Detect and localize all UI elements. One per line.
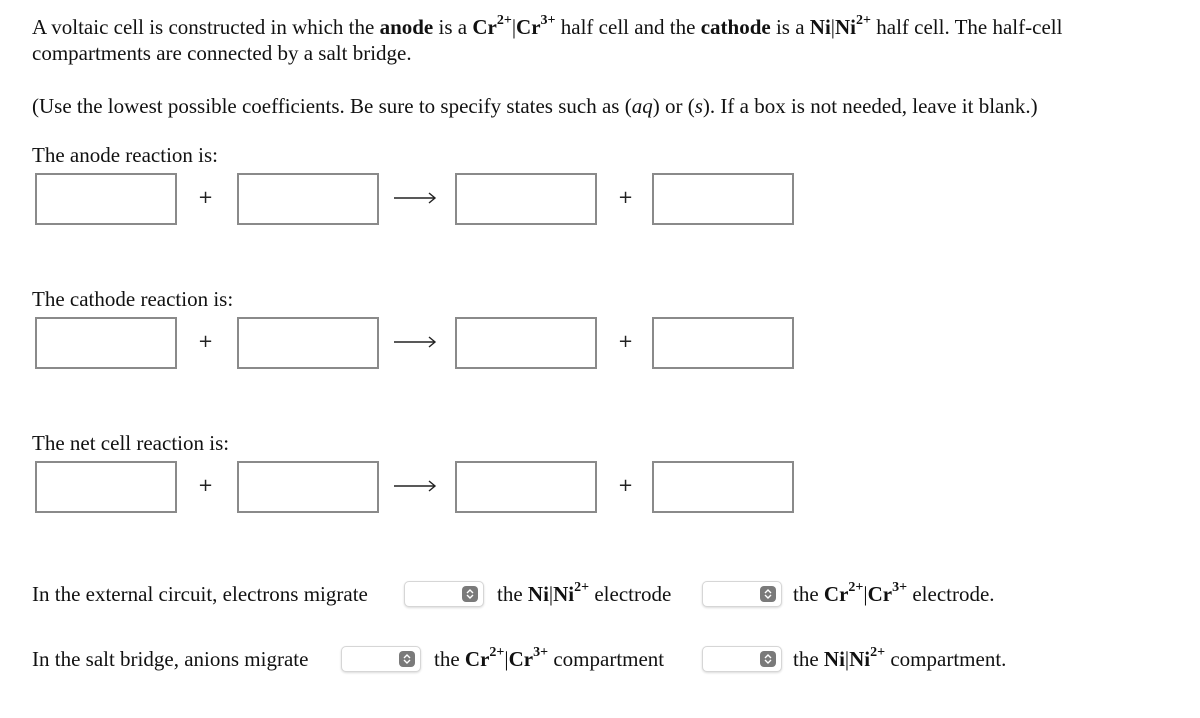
anode-reaction-label: The anode reaction is: — [32, 143, 219, 167]
salt-bridge-prefix: In the salt bridge, anions migrate — [32, 647, 309, 671]
cathode-couple: Ni|Ni2+ — [809, 13, 871, 40]
intro-text: half cell and the — [555, 15, 701, 39]
species: Ni — [849, 647, 871, 671]
salt-bridge-end: the Ni|Ni2+ compartment. — [793, 644, 1006, 674]
anode-equation: + + — [0, 173, 1200, 229]
net-reactant-1-input[interactable] — [35, 461, 177, 513]
species: Cr — [867, 582, 893, 606]
charge: 3+ — [533, 645, 549, 660]
anode-term: anode — [379, 15, 434, 39]
cathode-equation: + + — [0, 317, 1200, 373]
charge: 2+ — [574, 580, 590, 595]
species: Cr — [516, 15, 541, 39]
cr-couple: Cr2+|Cr3+ — [823, 580, 908, 607]
cathode-term: cathode — [700, 15, 771, 39]
chevron-up-down-icon — [399, 651, 415, 667]
anions-direction-select-1[interactable] — [341, 646, 421, 672]
salt-bridge-middle: the Cr2+|Cr3+ compartment — [434, 644, 664, 674]
ni-couple: Ni|Ni2+ — [823, 645, 886, 672]
arrow-right-icon — [394, 480, 437, 492]
external-circuit-middle: the Ni|Ni2+ electrode — [497, 579, 671, 609]
anode-reactant-2-input[interactable] — [237, 173, 379, 225]
instructions-text: (Use the lowest possible coefficients. B… — [32, 94, 632, 118]
text: the — [793, 647, 824, 671]
intro-text: is a — [433, 15, 473, 39]
plus-sign: + — [618, 187, 634, 208]
intro-text: A voltaic cell is constructed in which t… — [32, 15, 380, 39]
plus-sign: + — [618, 475, 634, 496]
text: compartment. — [885, 647, 1007, 671]
net-reactant-2-input[interactable] — [237, 461, 379, 513]
species: Ni — [835, 15, 857, 39]
cathode-product-2-input[interactable] — [652, 317, 794, 369]
anode-product-1-input[interactable] — [455, 173, 597, 225]
charge: 2+ — [856, 13, 871, 28]
plus-sign: + — [618, 331, 634, 352]
arrow-right-icon — [394, 192, 437, 204]
text: compartment — [548, 647, 665, 671]
plus-sign: + — [198, 187, 214, 208]
net-reaction-label: The net cell reaction is: — [32, 431, 230, 455]
charge: 2+ — [496, 13, 512, 28]
cathode-reactant-2-input[interactable] — [237, 317, 379, 369]
ni-couple: Ni|Ni2+ — [527, 580, 590, 607]
net-product-2-input[interactable] — [652, 461, 794, 513]
chevron-up-down-icon — [462, 586, 478, 602]
species: Cr — [464, 647, 490, 671]
species: Cr — [823, 582, 849, 606]
charge: 2+ — [489, 645, 505, 660]
cr-couple: Cr2+|Cr3+ — [464, 645, 549, 672]
anode-reactant-1-input[interactable] — [35, 173, 177, 225]
species: Ni — [553, 582, 575, 606]
anions-direction-select-2[interactable] — [702, 646, 782, 672]
charge: 3+ — [540, 13, 556, 28]
cathode-product-1-input[interactable] — [455, 317, 597, 369]
text: the — [793, 582, 824, 606]
external-circuit-prefix: In the external circuit, electrons migra… — [32, 582, 368, 606]
arrow-right-icon — [394, 336, 437, 348]
text: electrode — [589, 582, 672, 606]
state-s: s — [694, 94, 703, 118]
intro-text: is a — [770, 15, 810, 39]
state-aq: aq — [631, 94, 653, 118]
charge: 3+ — [892, 580, 908, 595]
text: the — [497, 582, 528, 606]
net-equation: + + — [0, 461, 1200, 517]
species: Cr — [508, 647, 534, 671]
electrons-direction-select-2[interactable] — [702, 581, 782, 607]
instructions-text: ). If a box is not needed, leave it blan… — [702, 94, 1038, 118]
electrons-direction-select-1[interactable] — [404, 581, 484, 607]
anode-product-2-input[interactable] — [652, 173, 794, 225]
charge: 2+ — [848, 580, 864, 595]
species: Ni — [823, 647, 845, 671]
text: electrode. — [907, 582, 995, 606]
external-circuit-end: the Cr2+|Cr3+ electrode. — [793, 579, 995, 609]
plus-sign: + — [198, 475, 214, 496]
species: Ni — [527, 582, 549, 606]
chevron-up-down-icon — [760, 651, 776, 667]
anode-couple: Cr2+|Cr3+ — [472, 13, 556, 40]
net-product-1-input[interactable] — [455, 461, 597, 513]
instructions-text: ) or ( — [652, 94, 695, 118]
chevron-up-down-icon — [760, 586, 776, 602]
text: the — [434, 647, 465, 671]
species: Ni — [809, 15, 831, 39]
species: Cr — [472, 15, 497, 39]
plus-sign: + — [198, 331, 214, 352]
problem-statement: A voltaic cell is constructed in which t… — [32, 14, 1182, 66]
instructions: (Use the lowest possible coefficients. B… — [32, 93, 1038, 119]
cathode-reaction-label: The cathode reaction is: — [32, 287, 234, 311]
charge: 2+ — [870, 645, 886, 660]
cathode-reactant-1-input[interactable] — [35, 317, 177, 369]
